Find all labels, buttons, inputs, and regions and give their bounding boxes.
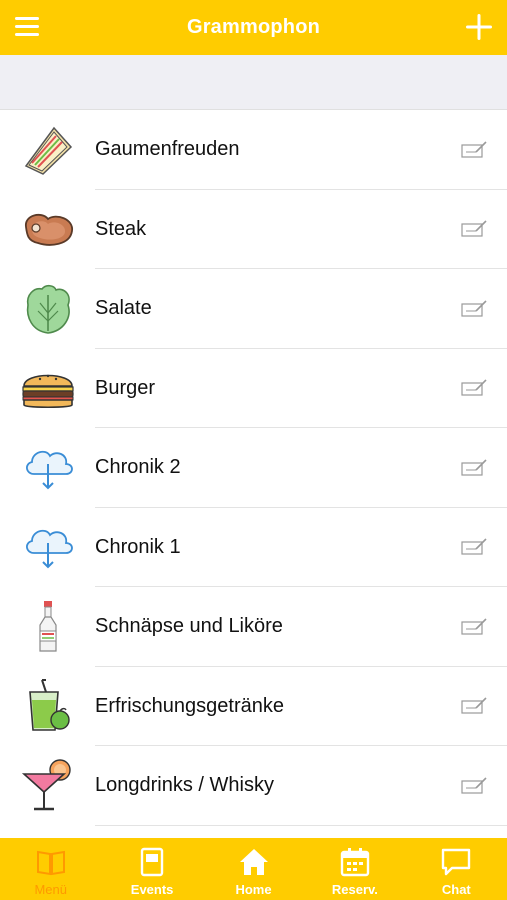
edit-icon[interactable]	[461, 777, 487, 795]
list-item[interactable]: Chronik 1	[0, 508, 507, 587]
lettuce-icon	[20, 281, 76, 337]
list-item[interactable]: Salate	[0, 269, 507, 349]
tab-label: Events	[130, 882, 174, 897]
list-item[interactable]: Schnäpse und Liköre	[0, 587, 507, 667]
tab-events[interactable]: Events	[101, 838, 202, 900]
cloud-download-icon	[20, 519, 76, 575]
edit-icon[interactable]	[461, 459, 487, 477]
tab-label: Menü	[34, 882, 67, 897]
calendar-icon	[340, 848, 370, 877]
tab-chat[interactable]: Chat	[406, 838, 507, 900]
book-icon	[36, 850, 65, 876]
house-icon	[239, 849, 268, 875]
menu-list: Gaumenfreuden Steak Salate Burger Chroni…	[0, 110, 507, 838]
list-item[interactable]: Erfrischungsgetränke	[0, 667, 507, 746]
tab-label: Chat	[441, 882, 471, 897]
list-item-label: Burger	[95, 376, 156, 399]
edit-icon[interactable]	[461, 220, 487, 238]
liquor-bottle-icon	[20, 599, 76, 655]
hamburger-icon[interactable]	[14, 15, 40, 39]
tab-reservations[interactable]: Reserv.	[304, 838, 405, 900]
list-item[interactable]: Burger	[0, 349, 507, 428]
tab-label: Home	[235, 882, 272, 897]
list-item-label: Chronik 1	[95, 535, 181, 558]
edit-icon[interactable]	[461, 300, 487, 318]
tab-home[interactable]: Home	[203, 838, 304, 900]
cloud-download-icon	[20, 440, 76, 496]
tab-label: Reserv.	[331, 882, 378, 897]
list-item-label: Salate	[95, 297, 152, 320]
bottom-tab-bar: Menü Events Home Reserv. Chat	[0, 838, 507, 900]
burger-icon	[20, 360, 76, 416]
juice-glass-icon	[20, 678, 76, 734]
app-header: Grammophon	[0, 0, 507, 55]
edit-icon[interactable]	[461, 141, 487, 159]
list-item-label: Steak	[95, 217, 147, 240]
sandwich-icon	[20, 122, 76, 178]
list-item[interactable]: Steak	[0, 190, 507, 269]
edit-icon[interactable]	[461, 697, 487, 715]
edit-icon[interactable]	[461, 379, 487, 397]
list-item-label: Gaumenfreuden	[95, 138, 240, 161]
list-item[interactable]: Chronik 2	[0, 428, 507, 508]
list-item-label: Longdrinks / Whisky	[95, 774, 274, 797]
cocktail-icon	[20, 758, 76, 814]
document-icon	[140, 847, 164, 877]
edit-icon[interactable]	[461, 538, 487, 556]
list-item-label: Chronik 2	[95, 456, 181, 479]
edit-icon[interactable]	[461, 618, 487, 636]
list-item[interactable]: Longdrinks / Whisky	[0, 746, 507, 826]
search-bar-area	[0, 55, 507, 110]
plus-icon[interactable]	[465, 12, 493, 42]
list-item-label: Schnäpse und Liköre	[95, 615, 283, 638]
list-item[interactable]: Gaumenfreuden	[0, 110, 507, 190]
steak-icon	[20, 201, 76, 257]
chat-bubble-icon	[442, 848, 471, 876]
page-title: Grammophon	[186, 16, 321, 38]
tab-menu[interactable]: Menü	[0, 838, 101, 900]
list-item-label: Erfrischungsgetränke	[95, 694, 284, 717]
divider	[95, 824, 507, 826]
